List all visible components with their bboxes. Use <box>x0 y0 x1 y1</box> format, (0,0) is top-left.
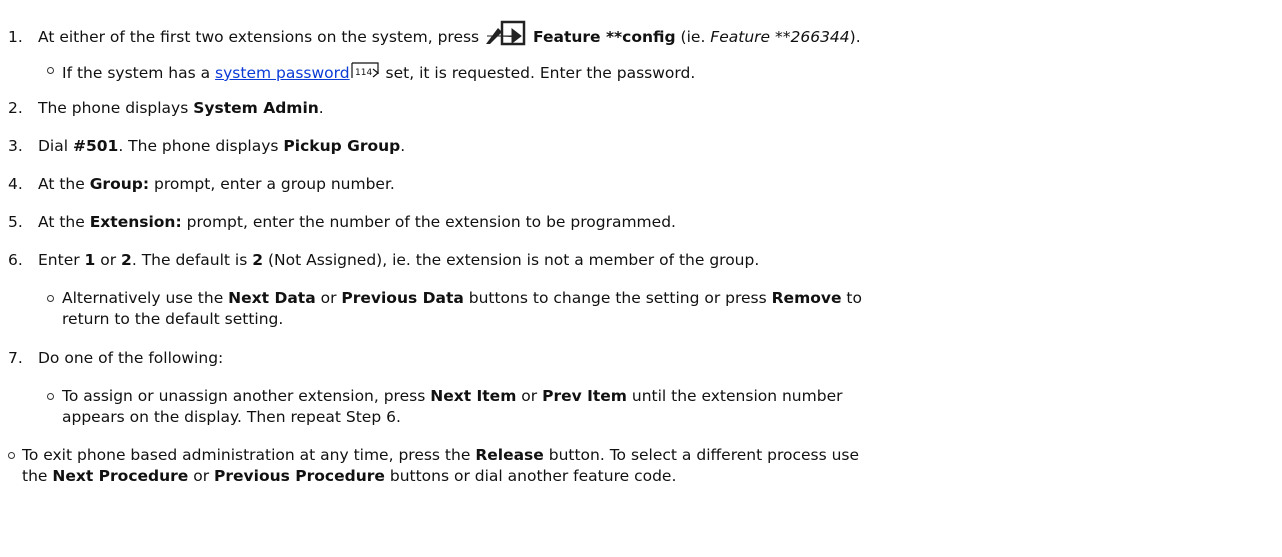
note-text: Alternatively use the <box>62 289 229 307</box>
note-text: to <box>841 289 862 307</box>
system-password-link[interactable]: system password <box>215 64 350 82</box>
step-text: . <box>400 137 406 155</box>
step-text: At the <box>38 213 90 231</box>
note-text: set, it is requested. Enter the password… <box>380 64 696 82</box>
step-text: Dial <box>38 137 73 155</box>
step-number: 3. <box>8 137 23 155</box>
step-number: 4. <box>8 175 23 193</box>
note-text: If the system has a <box>62 64 216 82</box>
step-text: The phone displays <box>38 99 194 117</box>
button-name: Prev Item <box>542 387 627 405</box>
step-number: 6. <box>8 251 23 269</box>
note-text: or <box>315 289 342 307</box>
step-text: or <box>95 251 122 269</box>
step-number: 1. <box>8 28 23 46</box>
xref-number: 114 <box>355 68 372 78</box>
step-number: 5. <box>8 213 23 231</box>
step-text: At the <box>38 175 90 193</box>
step-text: At either of the first two extensions on… <box>38 28 485 46</box>
feature-config-code: Feature **config <box>533 28 676 46</box>
button-name: Next Item <box>430 387 517 405</box>
step-3: 3. Dial #501. The phone displays Pickup G… <box>8 136 405 156</box>
exit-note: To exit phone based administration at an… <box>22 445 859 465</box>
bullet-icon <box>47 295 54 302</box>
note-text: buttons or dial another feature code. <box>384 467 677 485</box>
step-7: 7. Do one of the following: <box>8 348 223 368</box>
step-text: (Not Assigned), ie. the extension is not… <box>263 251 760 269</box>
dial-code: #501 <box>72 137 119 155</box>
step-7-note: To assign or unassign another extension,… <box>62 386 842 406</box>
note-text: button. To select a different process us… <box>543 446 860 464</box>
step-4: 4. At the Group: prompt, enter a group nu… <box>8 174 395 194</box>
bullet-icon <box>8 452 15 459</box>
default-value: 2 <box>252 251 264 269</box>
step-number: 7. <box>8 349 23 367</box>
step-6: 6. Enter 1 or 2. The default is 2 (Not As… <box>8 250 759 270</box>
note-text: or <box>188 467 215 485</box>
note-text: until the extension number <box>626 387 843 405</box>
button-name: Previous Procedure <box>214 467 385 485</box>
exit-note-cont: the Next Procedure or Previous Procedure… <box>22 466 676 486</box>
display-text: System Admin <box>193 99 319 117</box>
button-name: Next Procedure <box>52 467 189 485</box>
step-text: prompt, enter the number of the extensio… <box>181 213 676 231</box>
display-text: Pickup Group <box>283 137 401 155</box>
step-1-note: If the system has a system password 114 s… <box>62 60 695 83</box>
feature-arrow-icon <box>484 20 528 51</box>
step-2: 2. The phone displays System Admin. <box>8 98 324 118</box>
step-text: Do one of the following: <box>38 349 224 367</box>
step-text: (ie. <box>675 28 711 46</box>
note-text: To assign or unassign another extension,… <box>62 387 431 405</box>
note-text: or <box>516 387 543 405</box>
prompt-label: Extension: <box>89 213 182 231</box>
feature-example: Feature **266344 <box>710 28 850 46</box>
value-option: 2 <box>121 251 132 269</box>
step-6-note-cont: return to the default setting. <box>62 310 284 328</box>
step-text: prompt, enter a group number. <box>149 175 395 193</box>
step-6-note: Alternatively use the Next Data or Previ… <box>62 288 862 308</box>
note-text: To exit phone based administration at an… <box>22 446 476 464</box>
step-number: 2. <box>8 99 23 117</box>
button-name: Previous Data <box>341 289 464 307</box>
step-text: . The default is <box>131 251 253 269</box>
button-name: Remove <box>771 289 842 307</box>
step-5: 5. At the Extension: prompt, enter the nu… <box>8 212 676 232</box>
step-text: Enter <box>38 251 85 269</box>
button-name: Next Data <box>228 289 316 307</box>
note-text: buttons to change the setting or press <box>463 289 772 307</box>
bullet-icon <box>47 393 54 400</box>
prompt-label: Group: <box>89 175 150 193</box>
step-7-note-cont: appears on the display. Then repeat Step… <box>62 408 401 426</box>
note-text: the <box>22 467 53 485</box>
value-option: 1 <box>84 251 96 269</box>
button-name: Release <box>475 446 544 464</box>
step-text: ). <box>849 28 861 46</box>
page-reference-icon[interactable]: 114 <box>351 62 381 85</box>
step-text: . <box>318 99 324 117</box>
bullet-icon <box>47 67 54 74</box>
step-1: 1. At either of the first two extensions … <box>8 20 861 53</box>
step-text: . The phone displays <box>118 137 284 155</box>
